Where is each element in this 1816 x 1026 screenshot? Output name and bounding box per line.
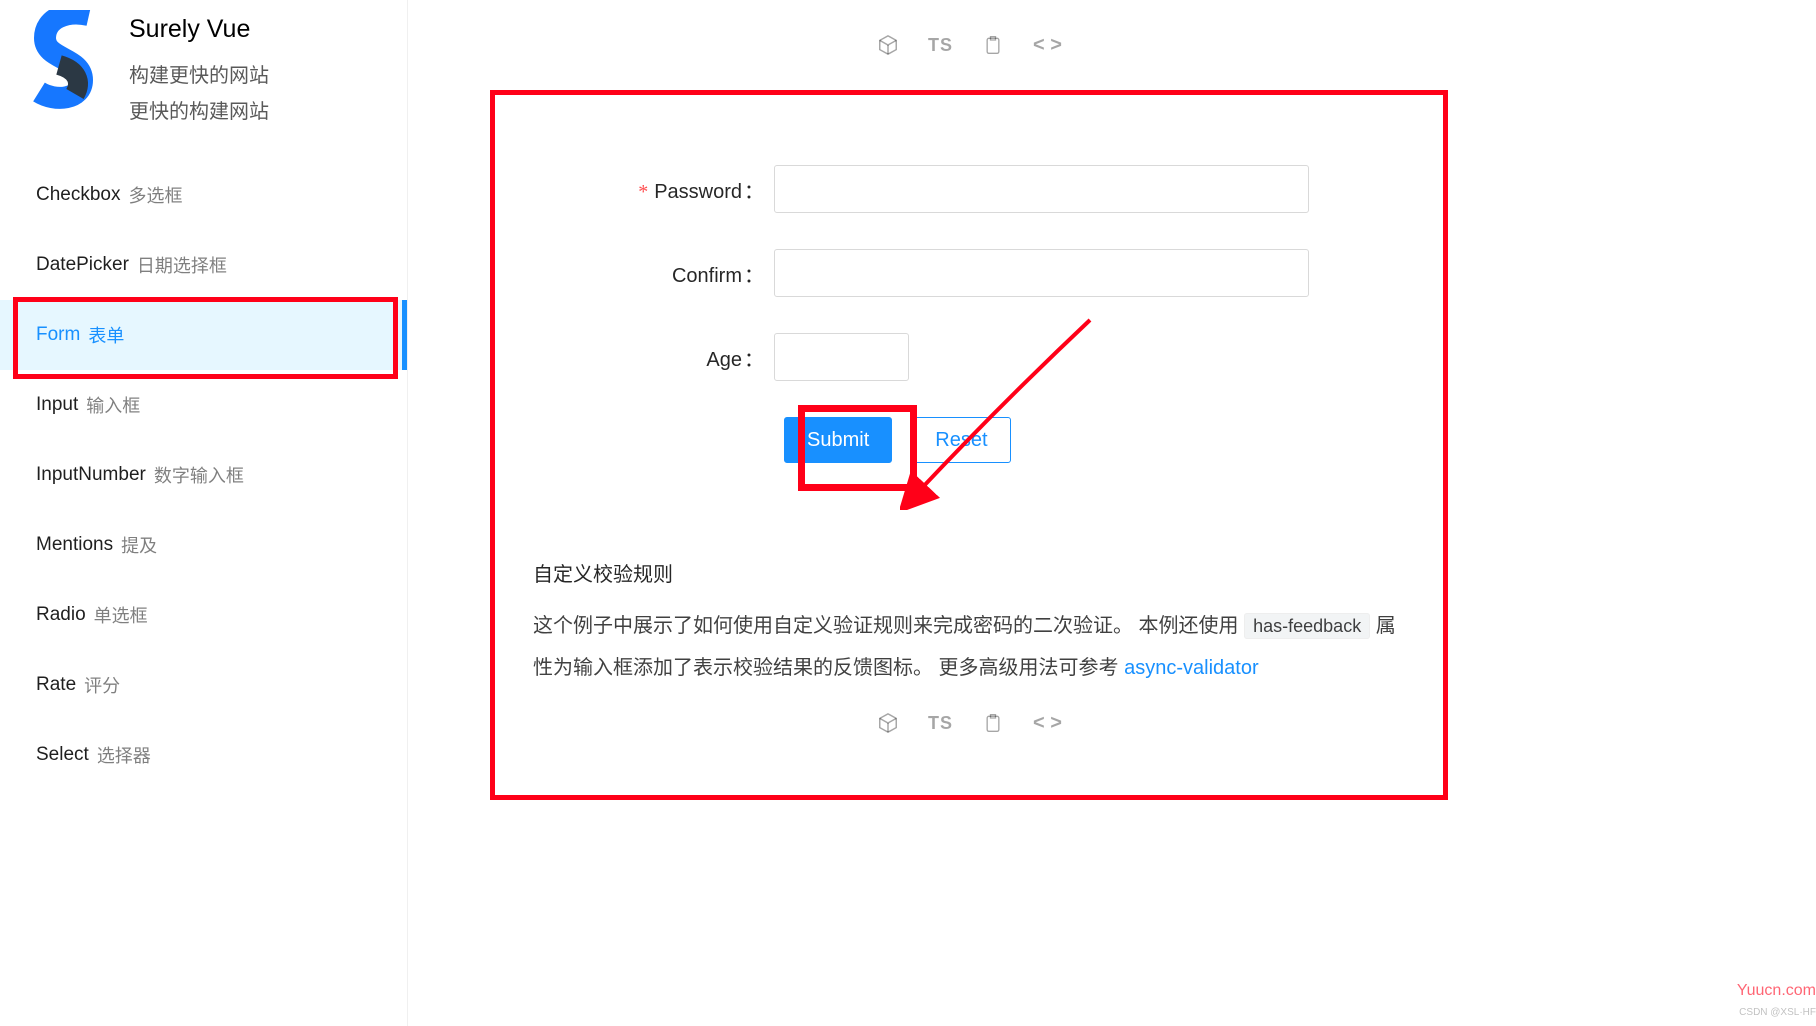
- nav-label-cn: 多选框: [129, 182, 183, 208]
- nav-label-cn: 数字输入框: [154, 462, 244, 488]
- desc-text-1: 这个例子中展示了如何使用自定义验证规则来完成密码的二次验证。 本例还使用: [533, 615, 1244, 637]
- toolbar-top: TS < >: [490, 0, 1448, 90]
- async-validator-link[interactable]: async-validator: [1124, 657, 1259, 679]
- sidebar-item-radio[interactable]: Radio 单选框: [0, 580, 407, 650]
- codesandbox-icon[interactable]: [876, 33, 900, 57]
- nav-label-cn: 评分: [84, 672, 120, 698]
- copy-icon[interactable]: [981, 33, 1005, 57]
- sidebar-item-inputnumber[interactable]: InputNumber 数字输入框: [0, 440, 407, 510]
- nav-label-en: Checkbox: [36, 184, 121, 206]
- watermark: Yuucn.com: [1737, 982, 1816, 1000]
- password-input[interactable]: [774, 165, 1309, 213]
- nav-label-cn: 表单: [88, 322, 124, 348]
- nav-label-en: Radio: [36, 604, 86, 626]
- nav-label-en: InputNumber: [36, 464, 146, 486]
- nav-label-cn: 输入框: [86, 392, 140, 418]
- form-row-age: Age：: [629, 333, 1309, 381]
- nav-label-en: DatePicker: [36, 254, 129, 276]
- nav-label-en: Input: [36, 394, 78, 416]
- brand-block: Surely Vue 构建更快的网站 更快的构建网站: [129, 5, 269, 130]
- password-label: Password：: [629, 175, 774, 204]
- age-input[interactable]: [774, 333, 909, 381]
- copy-icon[interactable]: [981, 711, 1005, 735]
- code-toggle[interactable]: < >: [1033, 712, 1062, 735]
- demo-title: 自定义校验规则: [533, 558, 1405, 587]
- desc-code-1: has-feedback: [1244, 613, 1370, 639]
- form-row-password: Password：: [629, 165, 1309, 213]
- age-label: Age：: [629, 343, 774, 372]
- demo-form: Password： Confirm： Age： Submit Reset: [629, 145, 1309, 463]
- nav-label-en: Mentions: [36, 534, 113, 556]
- sidebar-item-rate[interactable]: Rate 评分: [0, 650, 407, 720]
- demo-description: 自定义校验规则 这个例子中展示了如何使用自定义验证规则来完成密码的二次验证。 本…: [525, 558, 1413, 689]
- sidebar-item-select[interactable]: Select 选择器: [0, 720, 407, 790]
- sidebar-item-datepicker[interactable]: DatePicker 日期选择框: [0, 230, 407, 300]
- nav-label-cn: 提及: [121, 532, 157, 558]
- nav-label-cn: 选择器: [97, 742, 151, 768]
- sidebar-nav: Checkbox 多选框 DatePicker 日期选择框 Form 表单 In…: [0, 160, 407, 790]
- sidebar-item-checkbox[interactable]: Checkbox 多选框: [0, 160, 407, 230]
- sidebar-brand-header: Surely Vue 构建更快的网站 更快的构建网站: [0, 0, 407, 140]
- sidebar: Surely Vue 构建更快的网站 更快的构建网站 Checkbox 多选框 …: [0, 0, 408, 1026]
- nav-label-cn: 日期选择框: [137, 252, 227, 278]
- code-toggle[interactable]: < >: [1033, 34, 1062, 57]
- brand-title: Surely Vue: [129, 15, 269, 44]
- sidebar-item-input[interactable]: Input 输入框: [0, 370, 407, 440]
- confirm-label: Confirm：: [629, 259, 774, 288]
- brand-sub-1: 构建更快的网站: [129, 58, 269, 94]
- logo-icon: [25, 5, 109, 120]
- toolbar-bottom: TS < >: [525, 711, 1413, 743]
- form-row-confirm: Confirm：: [629, 249, 1309, 297]
- nav-label-en: Rate: [36, 674, 76, 696]
- main: TS < > Password： Confirm： Age： Submit Re…: [490, 0, 1448, 800]
- demo-body: 这个例子中展示了如何使用自定义验证规则来完成密码的二次验证。 本例还使用 has…: [533, 605, 1405, 689]
- ts-toggle[interactable]: TS: [928, 713, 953, 734]
- nav-label-cn: 单选框: [94, 602, 148, 628]
- codesandbox-icon[interactable]: [876, 711, 900, 735]
- sidebar-item-form[interactable]: Form 表单: [0, 300, 407, 370]
- button-row: Submit Reset: [629, 417, 1309, 463]
- nav-label-en: Select: [36, 744, 89, 766]
- confirm-input[interactable]: [774, 249, 1309, 297]
- reset-button[interactable]: Reset: [912, 417, 1010, 463]
- brand-sub-2: 更快的构建网站: [129, 94, 269, 130]
- demo-card: Password： Confirm： Age： Submit Reset: [490, 90, 1448, 800]
- submit-button[interactable]: Submit: [784, 417, 892, 463]
- nav-label-en: Form: [36, 324, 80, 346]
- ts-toggle[interactable]: TS: [928, 35, 953, 56]
- credit: CSDN @XSL·HF: [1739, 1007, 1816, 1018]
- sidebar-item-mentions[interactable]: Mentions 提及: [0, 510, 407, 580]
